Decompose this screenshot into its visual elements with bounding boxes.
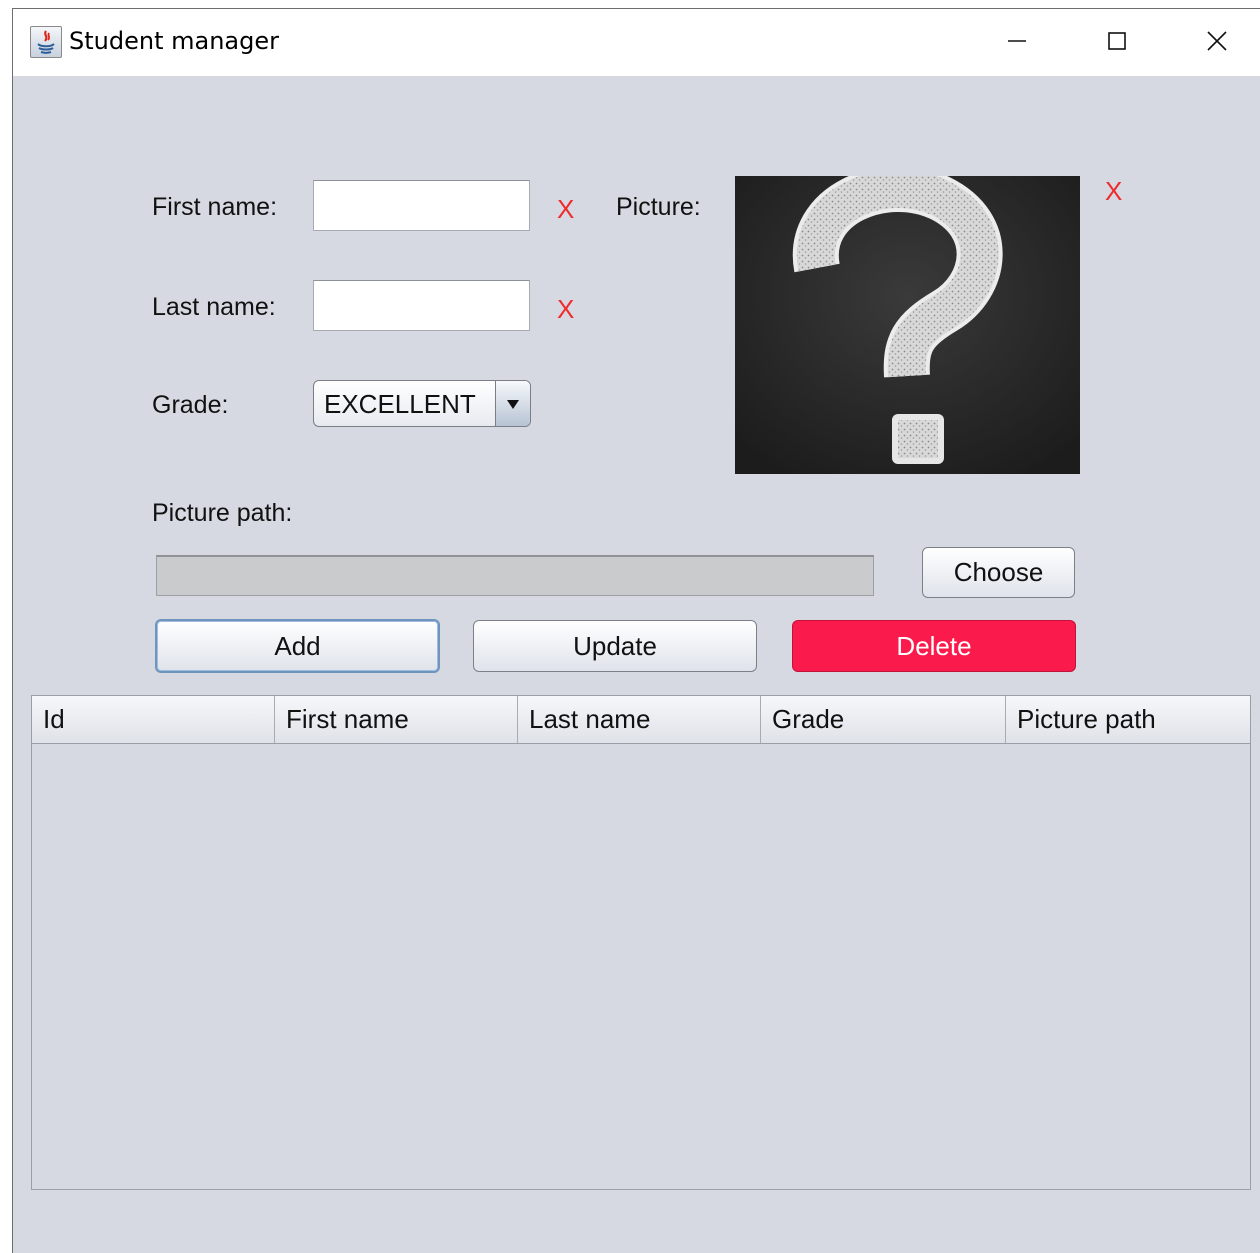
last-name-input[interactable] xyxy=(313,280,530,331)
grade-selected-value: EXCELLENT xyxy=(324,389,476,419)
last-name-label: Last name: xyxy=(152,293,276,321)
first-name-error-mark: X xyxy=(557,194,575,224)
table-body[interactable] xyxy=(32,744,1250,1189)
column-header-grade[interactable]: Grade xyxy=(761,696,1006,743)
picture-path-label: Picture path: xyxy=(152,499,293,527)
table-header: Id First name Last name Grade Picture pa… xyxy=(32,696,1250,744)
first-name-label: First name: xyxy=(152,193,278,221)
students-table[interactable]: Id First name Last name Grade Picture pa… xyxy=(31,695,1251,1190)
column-header-first-name[interactable]: First name xyxy=(275,696,518,743)
maximize-button[interactable] xyxy=(1095,21,1139,61)
question-mark-image xyxy=(735,176,1080,474)
choose-button[interactable]: Choose xyxy=(922,547,1075,598)
close-icon xyxy=(1207,31,1227,51)
picture-error-mark[interactable]: X xyxy=(1105,176,1122,207)
column-header-last-name[interactable]: Last name xyxy=(518,696,761,743)
maximize-icon xyxy=(1108,32,1126,50)
window-title: Student manager xyxy=(69,27,279,55)
main-window: Student manager First name: X Picture: X… xyxy=(12,8,1260,1253)
picture-preview xyxy=(735,176,1080,474)
picture-label: Picture: xyxy=(616,193,701,221)
java-app-icon xyxy=(30,26,62,58)
delete-button[interactable]: Delete xyxy=(792,620,1076,672)
column-header-picture-path[interactable]: Picture path xyxy=(1006,696,1250,743)
dropdown-arrow-icon[interactable] xyxy=(495,381,530,426)
update-button[interactable]: Update xyxy=(473,620,757,672)
add-button[interactable]: Add xyxy=(155,619,440,673)
last-name-error-mark: X xyxy=(557,294,575,324)
grade-select[interactable]: EXCELLENT xyxy=(313,380,531,427)
column-header-id[interactable]: Id xyxy=(32,696,275,743)
first-name-input[interactable] xyxy=(313,180,530,231)
minimize-icon xyxy=(1008,40,1026,42)
title-bar: Student manager xyxy=(13,9,1260,76)
picture-path-field xyxy=(156,555,874,596)
close-button[interactable] xyxy=(1195,21,1239,61)
minimize-button[interactable] xyxy=(995,21,1039,61)
grade-label: Grade: xyxy=(152,391,229,419)
